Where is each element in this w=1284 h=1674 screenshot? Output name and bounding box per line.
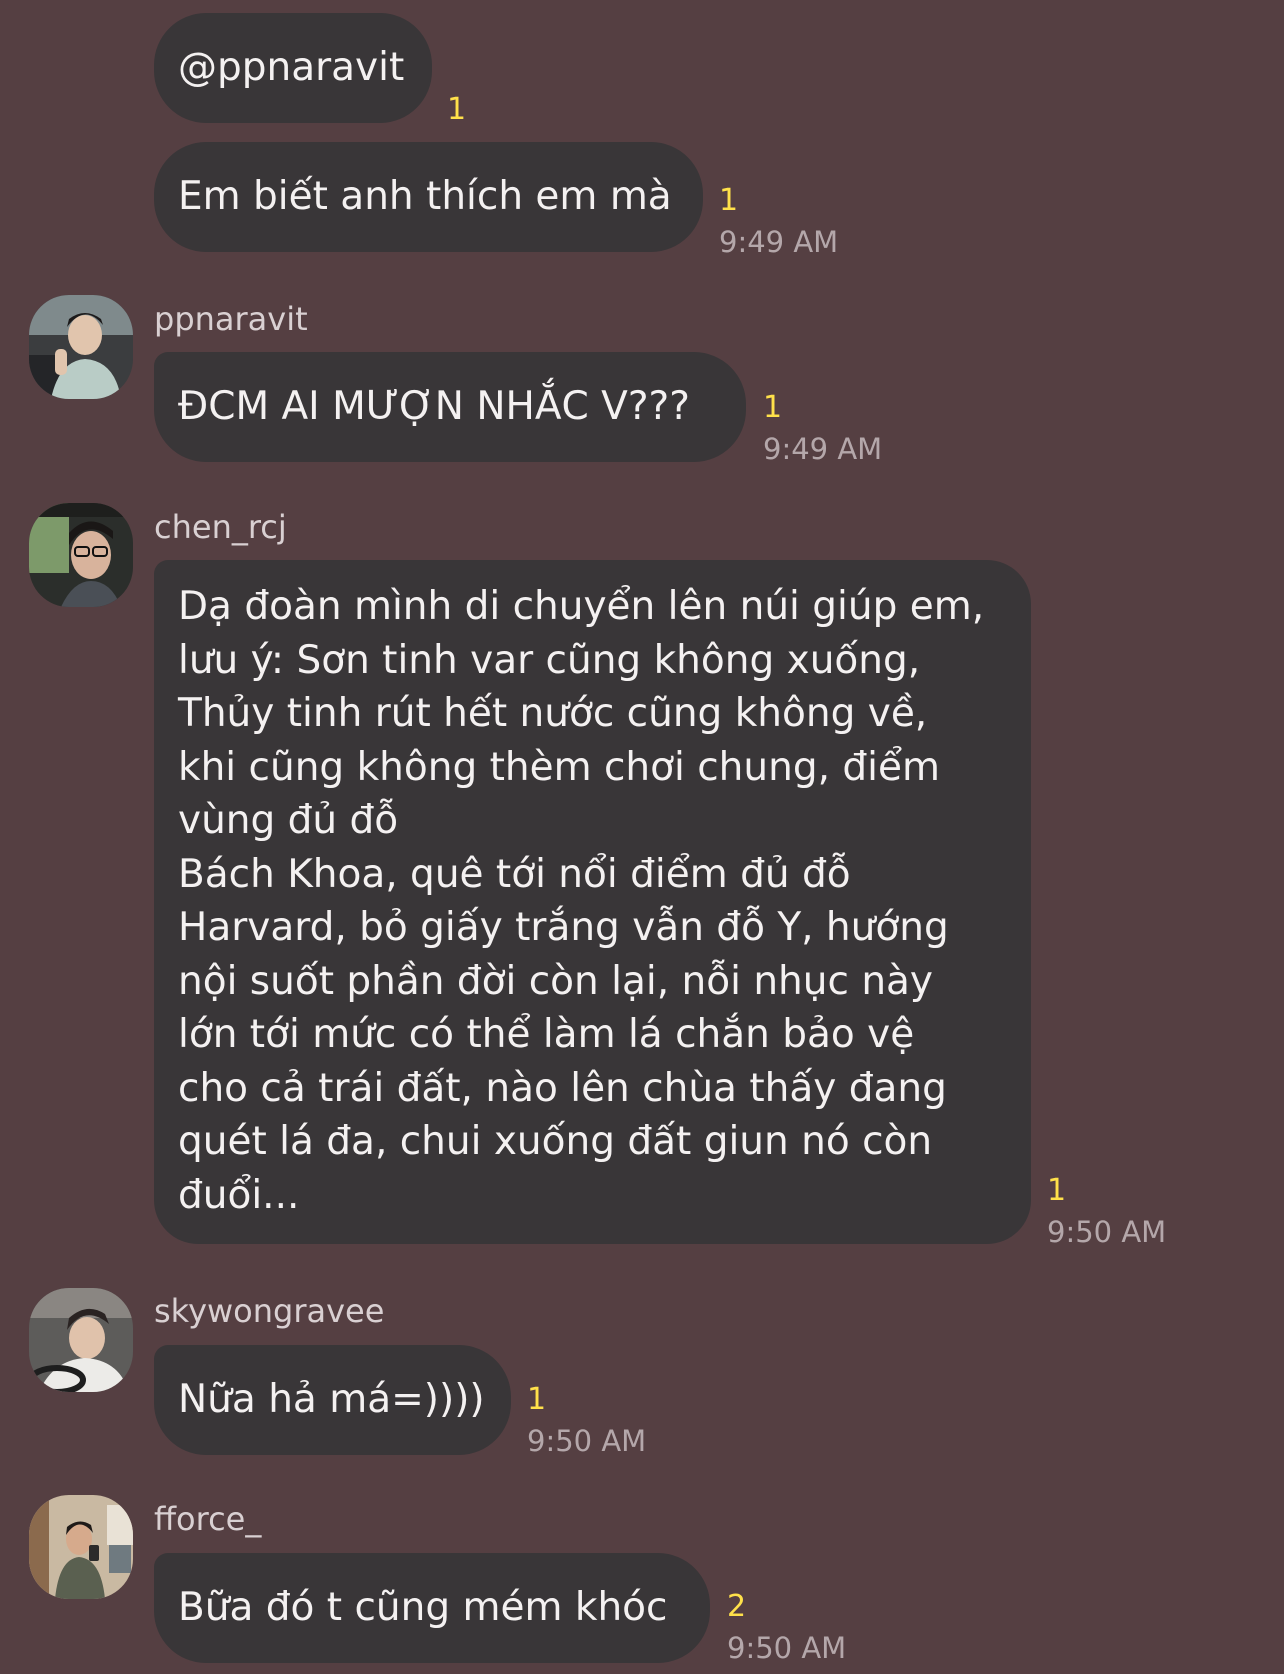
message-text: Em biết anh thích em mà [178, 174, 672, 219]
message-text: Bữa đó t cũng mém khóc [178, 1585, 668, 1630]
avatar-photo-icon [29, 1495, 133, 1599]
message-bubble[interactable]: Nữa hả má=)))) [154, 1345, 511, 1455]
avatar[interactable] [29, 503, 133, 607]
message-bubble[interactable]: @ppnaravit [154, 13, 432, 123]
message-bubble[interactable]: Bữa đó t cũng mém khóc [154, 1553, 710, 1663]
message-timestamp: 9:50 AM [527, 1424, 647, 1458]
avatar[interactable] [29, 295, 133, 399]
chat-message-list[interactable]: @ppnaravit 1 Em biết anh thích em mà 1 9… [0, 0, 1284, 1674]
avatar[interactable] [29, 1495, 133, 1599]
sender-name[interactable]: chen_rcj [154, 508, 287, 546]
sender-name[interactable]: ppnaravit [154, 300, 308, 338]
message-text: @ppnaravit [178, 45, 405, 90]
sender-name[interactable]: skywongravee [154, 1292, 384, 1330]
message-text: ĐCM AI MƯỢN NHẮC V??? [178, 384, 690, 429]
message-bubble[interactable]: ĐCM AI MƯỢN NHẮC V??? [154, 352, 746, 462]
avatar-photo-icon [29, 503, 133, 607]
read-count: 1 [719, 183, 739, 218]
message-text: Nữa hả má=)))) [178, 1377, 485, 1422]
read-count: 1 [1047, 1173, 1067, 1208]
avatar-photo-icon [29, 295, 133, 399]
message-timestamp: 9:50 AM [1047, 1215, 1167, 1249]
sender-name[interactable]: fforce_ [154, 1500, 261, 1538]
avatar-photo-icon [29, 1288, 133, 1392]
message-bubble[interactable]: Em biết anh thích em mà [154, 142, 703, 252]
read-count: 1 [527, 1382, 547, 1417]
message-timestamp: 9:49 AM [763, 432, 883, 466]
message-bubble[interactable]: Dạ đoàn mình di chuyển lên núi giúp em, … [154, 560, 1031, 1244]
read-count: 2 [727, 1589, 747, 1624]
avatar[interactable] [29, 1288, 133, 1392]
message-timestamp: 9:49 AM [719, 225, 839, 259]
read-count: 1 [447, 92, 467, 127]
read-count: 1 [763, 390, 783, 425]
message-text: Dạ đoàn mình di chuyển lên núi giúp em, … [178, 584, 985, 1218]
message-timestamp: 9:50 AM [727, 1631, 847, 1665]
